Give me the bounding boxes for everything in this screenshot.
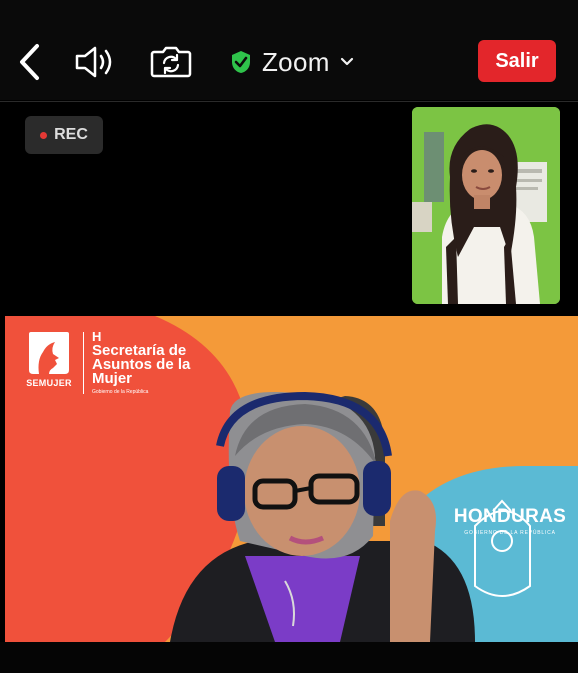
meeting-toolbar: Zoom Salir [0,0,578,100]
organization-subtext: Gobierno de la República [92,389,149,395]
toolbar-divider [0,101,578,102]
brand-divider [83,332,84,394]
leave-button[interactable]: Salir [478,40,556,82]
speaker-icon [75,46,112,78]
shield-check-icon [232,51,250,73]
meeting-title: Zoom [262,46,330,77]
chevron-left-icon [20,44,39,80]
organization-name-block: H Secretaría de Asuntos de la Mujer Gobi… [92,330,212,396]
country-brand: HONDURAS GOBIERNO DE LA REPÚBLICA [450,506,570,536]
bottom-bar [0,642,578,673]
participant-video [412,107,560,304]
self-video-thumbnail[interactable] [412,107,560,304]
country-subtext: GOBIERNO DE LA REPÚBLICA [464,530,556,536]
recording-badge: REC [25,116,103,154]
meeting-info-dropdown[interactable]: Zoom [230,40,354,84]
recording-label: REC [54,126,88,143]
back-button[interactable] [12,40,48,84]
organization-logo: SEMUJER [23,330,75,392]
organization-logo-text: SEMUJER [26,378,72,388]
active-speaker-video: SEMUJER H Secretaría de Asuntos de la Mu… [5,316,578,642]
woman-profile-logo-icon [29,332,69,374]
country-name: HONDURAS [453,506,567,527]
audio-button[interactable] [70,40,122,84]
organization-name: Secretaría de Asuntos de la Mujer [92,342,191,387]
chevron-down-icon [340,57,353,66]
organization-brand: SEMUJER H Secretaría de Asuntos de la Mu… [23,330,212,396]
switch-camera-button[interactable] [146,40,196,84]
camera-switch-icon [150,46,192,78]
record-dot-icon [40,131,48,139]
